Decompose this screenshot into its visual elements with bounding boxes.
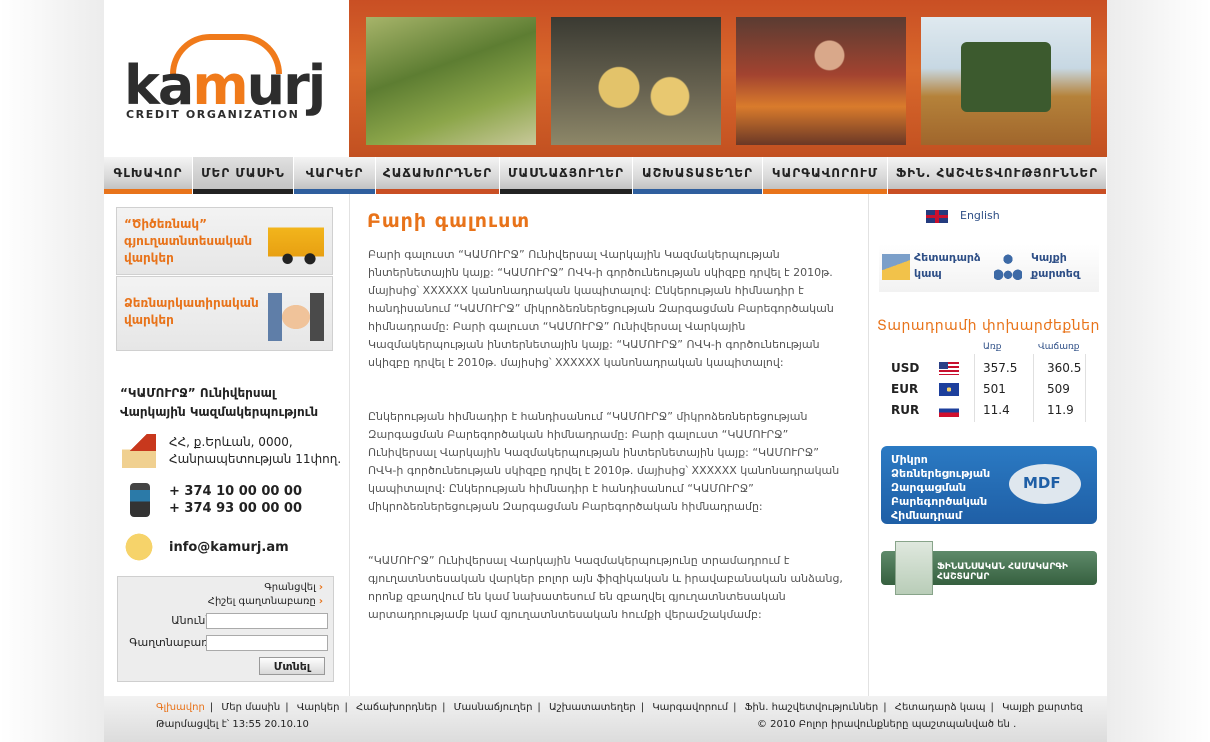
- main-content: Բարի գալուստ Բարի գալուստ “ԿԱՄՈՒՐՋ” Ունի…: [349, 194, 869, 696]
- rates-buy-header: Առք: [983, 342, 1002, 352]
- rate-row-eur: EUR 501 509: [889, 380, 1089, 400]
- footer: Գլխավոր | Մեր մասին | Վարկեր | Հաճախորդներ |…: [104, 696, 1107, 742]
- footer-link-home[interactable]: Գլխավոր: [156, 702, 205, 713]
- mdf-banner[interactable]: Միկրո Ձեռներեցության Զարգացման Բարեգործա…: [881, 446, 1097, 524]
- promo-agri-loans[interactable]: “Ծիծեռնակ” գյուղատնտեսական վարկեր: [116, 207, 333, 275]
- rates-sell-header: Վաճառք: [1038, 342, 1080, 352]
- eu-flag-icon: [939, 383, 959, 396]
- rate-buy: 11.4: [983, 403, 1010, 417]
- promo-business-loans[interactable]: Ձեռնարկատիրական վարկեր: [116, 276, 333, 351]
- currency-code: EUR: [891, 382, 919, 396]
- nav-about[interactable]: ՄԵՐ ՄԱՍԻՆ: [193, 157, 294, 194]
- footer-link-clients[interactable]: Հաճախորդներ: [356, 702, 437, 713]
- footer-link-loans[interactable]: Վարկեր: [297, 702, 340, 713]
- feedback-icon[interactable]: [882, 254, 910, 280]
- footer-link-feedback[interactable]: Հետադարձ կապ: [895, 702, 986, 713]
- financial-system-text: ՖԻՆԱՆՍԱԿԱՆ ՀԱՄԱԿԱՐԳԻ ՀԱՇՏԱՐԱՐ: [937, 562, 1068, 582]
- home-icon: [122, 434, 156, 468]
- rate-row-rur: RUR 11.4 11.9: [889, 401, 1089, 421]
- nav-careers[interactable]: ԱՇԽԱՏԱՏԵՂԵՐ: [633, 157, 763, 194]
- ru-flag-icon: [939, 404, 959, 417]
- rate-buy: 501: [983, 382, 1006, 396]
- financial-system-banner[interactable]: ՖԻՆԱՆՍԱԿԱՆ ՀԱՄԱԿԱՐԳԻ ՀԱՇՏԱՐԱՐ: [881, 541, 1097, 595]
- photo-tractor: [921, 17, 1091, 145]
- footer-link-branches[interactable]: Մասնաճյուղեր: [454, 702, 533, 713]
- phone-icon: [130, 483, 150, 517]
- mdf-logo-icon: MDF: [1009, 464, 1081, 504]
- email-link[interactable]: info@kamurj.am: [169, 539, 289, 556]
- footer-link-sitemap[interactable]: Կայքի քարտեզ: [1002, 702, 1083, 713]
- nav-clients[interactable]: ՀԱՃԱԽՈՐԴՆԵՐ: [376, 157, 500, 194]
- language-label: English: [960, 209, 1000, 222]
- rate-row-usd: USD 357.5 360.5: [889, 359, 1089, 379]
- register-link[interactable]: Գրանցվել: [264, 582, 323, 593]
- intro-paragraph-3: “ԿԱՄՈՒՐՋ” Ունիվերսալ Վարկային Կազմակերպո…: [368, 554, 843, 621]
- footer-link-financial-reports[interactable]: Ֆին. հաշվետվություններ: [745, 702, 879, 713]
- intro-paragraph-2: Ընկերության հիմնադիր է հանդիսանում “ԿԱՄՈ…: [368, 410, 840, 513]
- photo-greenhouse: [366, 17, 536, 145]
- kamurj-logo[interactable]: kamurj CREDIT ORGANIZATION: [124, 34, 336, 124]
- address-line-2: Հանրապետության 11փող.: [169, 452, 342, 466]
- page-container: kamurj CREDIT ORGANIZATION ԳԼԽԱՎՈՐ ՄԵՐ Մ…: [104, 0, 1107, 742]
- footer-links: Գլխավոր | Մեր մասին | Վարկեր | Հաճախորդներ |…: [156, 702, 1083, 713]
- loader-icon: [268, 218, 324, 266]
- feedback-link[interactable]: Հետադարձ կապ: [914, 250, 990, 282]
- main-nav: ԳԼԽԱՎՈՐ ՄԵՐ ՄԱՍԻՆ ՎԱՐԿԵՐ ՀԱՃԱԽՈՐԴՆԵՐ ՄԱՍ…: [104, 157, 1107, 194]
- rate-sell: 360.5: [1047, 361, 1082, 375]
- password-label: Գաղտնաբառ՝: [129, 636, 211, 649]
- page-title: Բարի գալուստ: [367, 210, 531, 232]
- remember-password-link[interactable]: Հիշել գաղտնաբառը: [208, 596, 323, 607]
- nav-loans[interactable]: ՎԱՐԿԵՐ: [294, 157, 376, 194]
- photo-chicks: [551, 17, 721, 145]
- intro-paragraph-1: Բարի գալուստ “ԿԱՄՈՒՐՋ” Ունիվերսալ Վարկայ…: [368, 248, 834, 369]
- login-button[interactable]: Մտնել: [259, 657, 325, 675]
- rate-buy: 357.5: [983, 361, 1018, 375]
- login-box: Գրանցվել Հիշել գաղտնաբառը Անուն՝ Գաղտնաբ…: [117, 576, 334, 682]
- exchange-rates-title: Տարադրամի փոխարժեքներ: [877, 318, 1100, 334]
- username-input[interactable]: [206, 613, 328, 629]
- mdf-banner-text: Միկրո Ձեռներեցության Զարգացման Բարեգործա…: [891, 453, 991, 522]
- left-sidebar: “Ծիծեռնակ” գյուղատնտեսական վարկեր Ձեռնար…: [104, 194, 349, 696]
- password-input[interactable]: [206, 635, 328, 651]
- photo-market-vendor: [736, 17, 906, 145]
- sitemap-icon[interactable]: [994, 254, 1022, 280]
- language-switch[interactable]: English: [926, 209, 1000, 223]
- copyright: © 2010 Բոլոր իրավունքները պաշտպանված են …: [757, 719, 1017, 730]
- sitemap-link[interactable]: Կայքի քարտեզ: [1031, 250, 1095, 282]
- tractor-shape: [961, 42, 1051, 112]
- email-icon: [122, 530, 156, 564]
- phone-1: + 374 10 00 00 00: [169, 484, 303, 499]
- booklet-icon: [895, 541, 933, 595]
- right-sidebar: English Հետադարձ կապ Կայքի քարտեզ Տարադր…: [869, 194, 1107, 696]
- nav-home[interactable]: ԳԼԽԱՎՈՐ: [104, 157, 193, 194]
- footer-link-careers[interactable]: Աշխատատեղեր: [549, 702, 636, 713]
- promo-agri-loans-label: “Ծիծեռնակ” գյուղատնտեսական վարկեր: [124, 217, 253, 265]
- uk-flag-icon: [926, 210, 948, 223]
- logo-area: kamurj CREDIT ORGANIZATION: [104, 0, 349, 157]
- page-background-left: [0, 0, 104, 742]
- quick-links: Հետադարձ կապ Կայքի քարտեզ: [879, 244, 1099, 292]
- mdf-logo-text: MDF: [1023, 474, 1061, 492]
- header-photo-band: [349, 0, 1107, 157]
- nav-financial-reports[interactable]: ՖԻՆ. ՀԱՇՎԵՏՎՈՒԹՅՈՒՆՆԵՐ: [888, 157, 1107, 194]
- currency-code: USD: [891, 361, 920, 375]
- logo-wordmark: kamurj: [124, 54, 326, 117]
- rate-sell: 11.9: [1047, 403, 1074, 417]
- promo-business-loans-label: Ձեռնարկատիրական վարկեր: [124, 296, 259, 327]
- nav-branches[interactable]: ՄԱՍՆԱՃՅՈՒՂԵՐ: [500, 157, 633, 194]
- org-name: “ԿԱՄՈՒՐՋ” Ունիվերսալ Վարկային Կազմակերպո…: [120, 386, 319, 419]
- currency-code: RUR: [891, 403, 920, 417]
- handshake-icon: [268, 293, 324, 341]
- address-line-1: ՀՀ, ք.Երևան, 0000,: [169, 435, 293, 449]
- footer-link-about[interactable]: Մեր մասին: [221, 702, 280, 713]
- phone-2: + 374 93 00 00 00: [169, 501, 303, 516]
- page-background-right: [1107, 0, 1210, 742]
- last-updated: Թարմացվել է՝ 13:55 20.10.10: [156, 719, 309, 730]
- logo-subtitle: CREDIT ORGANIZATION: [126, 108, 300, 121]
- username-label: Անուն՝: [171, 614, 208, 627]
- rate-sell: 509: [1047, 382, 1070, 396]
- us-flag-icon: [939, 362, 959, 375]
- nav-regulation[interactable]: ԿԱՐԳԱՎՈՐՈՒՄ: [763, 157, 888, 194]
- footer-link-regulation[interactable]: Կարգավորում: [652, 702, 728, 713]
